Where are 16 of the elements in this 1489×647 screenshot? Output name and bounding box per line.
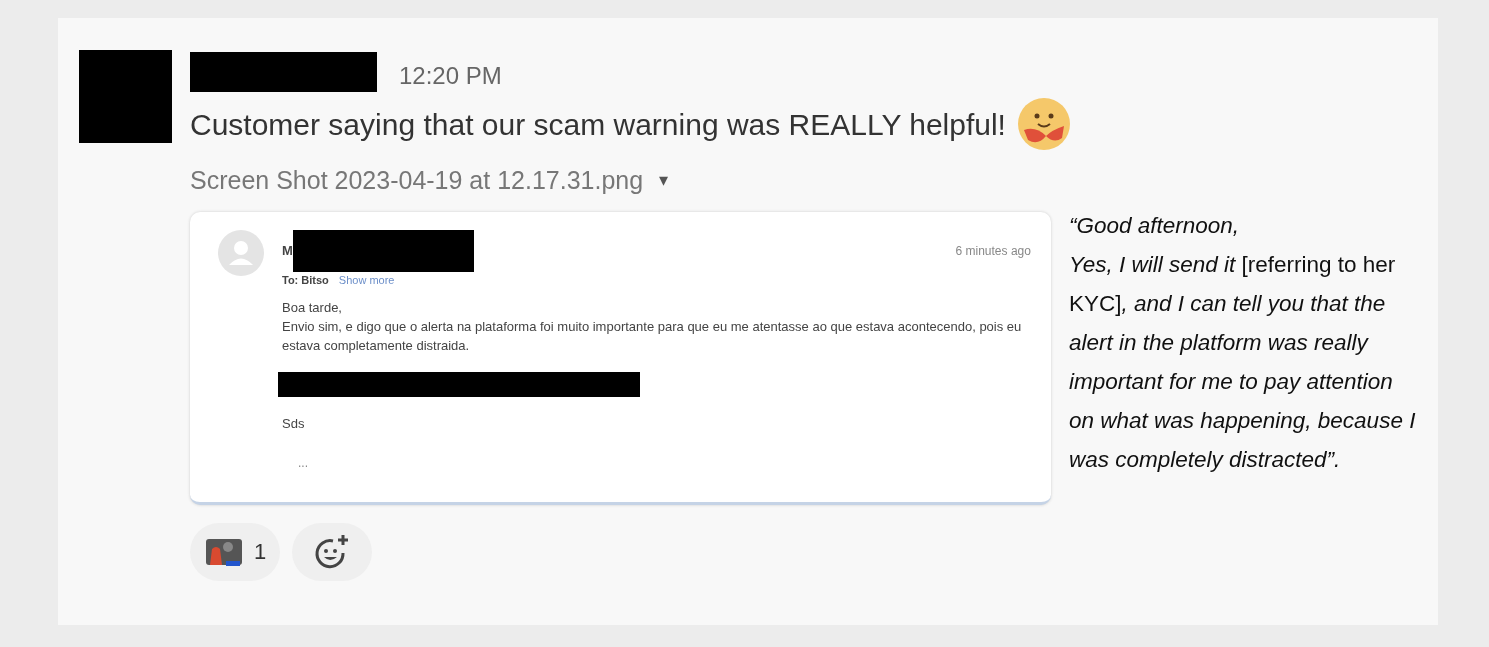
emoji-icon [1015,96,1072,152]
email-time: 6 minutes ago [955,242,1031,260]
timestamp: 12:20 PM [399,61,502,91]
show-more-link[interactable]: Show more [338,271,395,288]
recipient-text: To: Bitso [282,272,329,288]
sender-name: M [282,241,293,260]
email-body: Envio sim, e digo que o alerta na plataforma foi muito importante para que eu me atentasse ao que estava acontecendo, pois eu estava completamente distraida. [282,318,1023,355]
reaction-button[interactable]: 1 [190,522,281,581]
attachment-filename[interactable]: Screen Shot 2023-04-19 at 12.17.31.png [190,162,644,200]
avatar-icon [218,229,264,276]
ellipsis-text[interactable]: ... [298,455,308,470]
message-text: Customer saying that our scam warning was REALLY helpful! [190,106,1006,143]
quote-text: “Good afternoon, Yes, I will send it [referring to her KYC], and I can tell you that the alert in the platform was really important for me to pay attention on what was happening, because I was completely distracted”. [1068,211,1417,474]
email-greeting: Boa tarde, [282,299,343,317]
caret-icon[interactable]: ▾ [659,167,669,195]
email-signoff: Sds [282,415,306,433]
